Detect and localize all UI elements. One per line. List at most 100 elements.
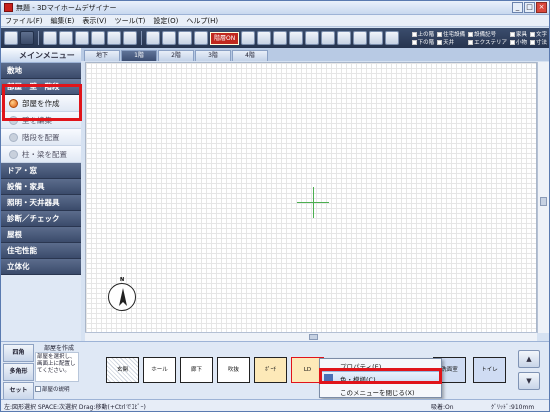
checkbox-upper-floor[interactable]: 上の階 [411, 30, 434, 38]
tab-floor-1[interactable]: 1階 [121, 50, 157, 61]
scrollbar-thumb[interactable] [309, 334, 318, 340]
sidebar-item-door-window[interactable]: ドア・窓 [1, 163, 81, 179]
pen-icon[interactable] [353, 31, 368, 45]
status-grid: ｸﾞﾘｯﾄﾞ:910mm [491, 404, 535, 411]
sidebar-item-equipment-furniture[interactable]: 設備・家具 [1, 179, 81, 195]
stairs-icon [9, 132, 18, 142]
zoom-fit-icon[interactable] [146, 31, 160, 45]
tab-rectangle[interactable]: 四角 [3, 344, 34, 362]
checkbox-lower-floor[interactable]: 下の階 [411, 38, 434, 46]
redo-icon[interactable] [123, 31, 137, 45]
close-button[interactable]: × [536, 2, 547, 13]
palette-item-toilet[interactable]: トイレ [473, 357, 506, 383]
room-palette: 玄関 ホール 廊下 吹抜 ﾎﾟｰﾁ LD 洗面室 トイレ ▲ ▼ [81, 341, 549, 401]
status-bar: 左:図形選択 SPACE:次選択 Drag:移動(+Ctrlでｺﾋﾟｰ) 吸着:… [1, 399, 549, 411]
grid-icon[interactable] [241, 31, 256, 45]
column-icon [9, 149, 18, 159]
menu-edit[interactable]: 編集(E) [51, 16, 75, 26]
sidebar-item-performance[interactable]: 住宅性能 [1, 243, 81, 259]
tab-set[interactable]: セット [3, 382, 34, 400]
status-hint: 左:図形選択 SPACE:次選択 Drag:移動(+Ctrlでｺﾋﾟｰ) [4, 404, 146, 411]
toolbar-divider [38, 31, 39, 45]
vertical-scrollbar[interactable] [537, 62, 549, 333]
zoom-in-icon[interactable] [162, 31, 176, 45]
print-icon[interactable] [91, 31, 105, 45]
menu-file[interactable]: ファイル(F) [5, 16, 43, 26]
palette-scroll-down-button[interactable]: ▼ [518, 372, 540, 390]
window-title: 無題 - 3Dマイホームデザイナー [16, 3, 117, 12]
palette-item-entrance[interactable]: 玄関 [106, 357, 139, 383]
status-snap: 吸着:On [431, 404, 454, 411]
context-item-close-menu[interactable]: このメニューを閉じる(X) [340, 387, 415, 397]
sidebar-item-site[interactable]: 敷地 [1, 63, 81, 79]
zoom-area-icon[interactable] [194, 31, 208, 45]
menu-settings[interactable]: 設定(O) [153, 16, 178, 26]
sidebar-item-lighting[interactable]: 照明・天井器具 [1, 195, 81, 211]
save-icon[interactable] [75, 31, 89, 45]
dimension-icon[interactable] [305, 31, 320, 45]
layers-icon[interactable] [257, 31, 272, 45]
horizontal-scrollbar[interactable] [85, 332, 537, 341]
palette-item-corridor[interactable]: 廊下 [180, 357, 213, 383]
palette-scroll-up-button[interactable]: ▲ [518, 350, 540, 368]
palette-item-porch[interactable]: ﾎﾟｰﾁ [254, 357, 287, 383]
checkbox-equipment-symbol[interactable]: 設備記号 [468, 30, 507, 38]
room-description-checkbox[interactable]: 部屋の説明 [35, 385, 70, 393]
zoom-out-icon[interactable] [178, 31, 192, 45]
palette-item-hall[interactable]: ホール [143, 357, 176, 383]
cursor-crosshair [313, 187, 314, 218]
maximize-button[interactable]: □ [524, 2, 535, 13]
checkbox-small-items[interactable]: 小物 [509, 38, 527, 46]
checkbox-exterior[interactable]: エクステリア [468, 38, 507, 46]
toolbar: 階層ON 上の階 住宅設備 設備記号 家具 文字 下の階 天井 エクステリア 小… [1, 28, 549, 48]
tab-polygon[interactable]: 多角形 [3, 363, 34, 381]
sidebar-item-diagnosis[interactable]: 診断／チェック [1, 211, 81, 227]
display-checkboxes: 上の階 住宅設備 設備記号 家具 文字 下の階 天井 エクステリア 小物 寸法 [411, 28, 547, 48]
menu-bar: ファイル(F) 編集(E) 表示(V) ツール(T) 設定(O) ヘルプ(H) [1, 15, 549, 27]
open-folder-icon[interactable] [59, 31, 73, 45]
sidebar-item-label: 階段を配置 [22, 132, 60, 142]
tab-floor-2[interactable]: 2階 [158, 50, 194, 61]
dimension-2-icon[interactable] [321, 31, 336, 45]
sidebar-item-3d[interactable]: 立体化 [1, 259, 81, 275]
text-icon[interactable] [273, 31, 288, 45]
checkbox-ceiling[interactable]: 天井 [437, 38, 465, 46]
checkbox-furniture[interactable]: 家具 [509, 30, 527, 38]
sidebar-item-place-columns[interactable]: 柱・梁を配置 [1, 146, 81, 163]
sidebar-item-place-stairs[interactable]: 階段を配置 [1, 129, 81, 146]
sidebar-header: メインメニュー [1, 48, 81, 63]
floor-tabs: 地下 1階 2階 3階 4階 [81, 48, 549, 61]
list-icon[interactable] [385, 31, 400, 45]
new-file-icon[interactable] [43, 31, 57, 45]
menu-help[interactable]: ヘルプ(H) [186, 16, 218, 26]
checkbox-text[interactable]: 文字 [529, 30, 547, 38]
highlight-box-sidebar [2, 84, 82, 121]
tab-basement[interactable]: 地下 [84, 50, 120, 61]
line-icon[interactable] [369, 31, 384, 45]
toolbar-divider [141, 31, 142, 45]
magnet-icon[interactable] [20, 31, 34, 45]
compass-north-label: N [120, 277, 125, 283]
minimize-button[interactable]: _ [512, 2, 523, 13]
tab-floor-3[interactable]: 3階 [195, 50, 231, 61]
drawing-canvas[interactable] [85, 62, 537, 333]
checkbox-dimension[interactable]: 寸法 [529, 38, 547, 46]
highlight-box-menu [319, 368, 442, 384]
checkbox-equipment[interactable]: 住宅設備 [437, 30, 465, 38]
paint-icon[interactable] [289, 31, 304, 45]
scrollbar-thumb[interactable] [540, 197, 547, 206]
sidebar-item-label: 柱・梁を配置 [22, 149, 67, 159]
panel-title: 部屋を作成 [44, 345, 75, 352]
sidebar-item-roof[interactable]: 屋根 [1, 227, 81, 243]
tab-floor-4[interactable]: 4階 [232, 50, 268, 61]
menu-tools[interactable]: ツール(T) [115, 16, 146, 26]
app-window: 無題 - 3Dマイホームデザイナー _ □ × ファイル(F) 編集(E) 表示… [0, 0, 550, 412]
measure-icon[interactable] [337, 31, 352, 45]
floor-toggle-button[interactable]: 階層ON [210, 31, 240, 45]
title-bar: 無題 - 3Dマイホームデザイナー _ □ × [1, 1, 549, 15]
menu-view[interactable]: 表示(V) [82, 16, 106, 26]
select-cursor-icon[interactable] [4, 31, 18, 45]
palette-item-atrium[interactable]: 吹抜 [217, 357, 250, 383]
undo-icon[interactable] [107, 31, 121, 45]
room-create-panel: 四角 多角形 セット 部屋を作成 部屋を選択し、画面上に配置してください。 部屋… [1, 341, 81, 401]
